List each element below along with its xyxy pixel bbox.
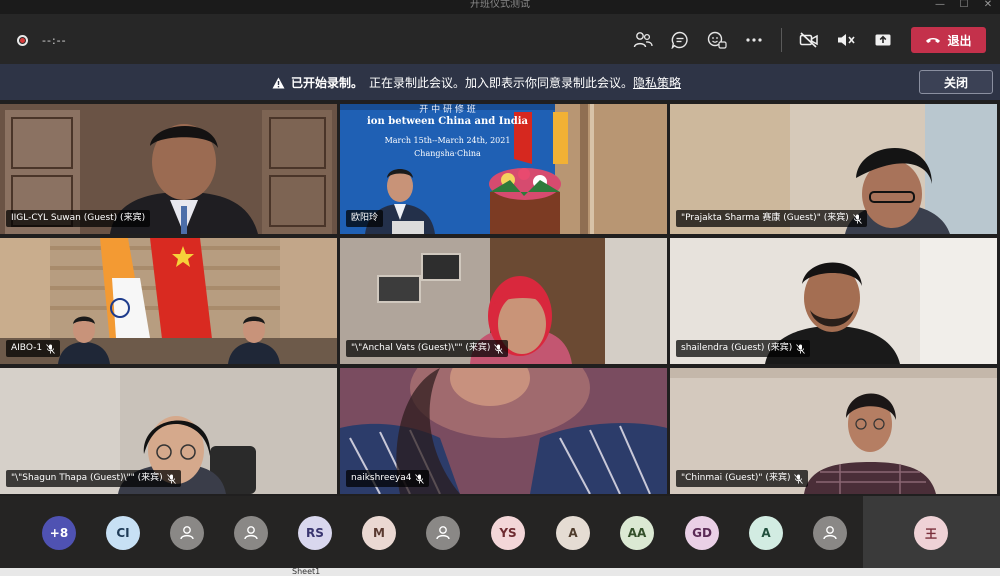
muted-mic-icon — [166, 473, 176, 484]
participant-label: "\"Anchal Vats (Guest)\"" (来宾) — [346, 340, 509, 357]
leave-button[interactable]: 退出 — [911, 27, 986, 53]
participant-avatar[interactable]: 王 — [914, 516, 948, 550]
person-icon — [244, 526, 258, 540]
slide-heading-partial: 开 中 研 修 班 — [419, 105, 476, 115]
participant-avatar[interactable]: RS — [298, 516, 332, 550]
participant-avatar[interactable] — [426, 516, 460, 550]
participant-name: IIGL-CYL Suwan (Guest) (来宾) — [11, 213, 146, 223]
banner-close-button[interactable]: 关闭 — [919, 70, 993, 94]
leave-label: 退出 — [947, 33, 972, 48]
more-options-icon[interactable] — [743, 29, 765, 51]
participant-avatar[interactable]: GD — [685, 516, 719, 550]
avatar-initials: RS — [306, 526, 324, 540]
participant-avatar[interactable]: AA — [620, 516, 654, 550]
participant-avatar[interactable] — [170, 516, 204, 550]
maximize-button[interactable]: ☐ — [952, 0, 976, 14]
video-tile[interactable]: "Prajakta Sharma 赛康 (Guest)" (来宾) — [670, 104, 997, 234]
sheet-tab[interactable]: Sheet1 — [292, 567, 320, 576]
chat-icon[interactable] — [669, 29, 691, 51]
participant-label: "Chinmai (Guest)" (来宾) — [676, 470, 809, 487]
muted-mic-icon — [796, 343, 806, 354]
participant-label: 欧阳玲 — [346, 210, 384, 227]
video-tile[interactable]: IIGL-CYL Suwan (Guest) (来宾) — [0, 104, 337, 234]
participant-label: "\"Shagun Thapa (Guest)\"" (来宾) — [6, 470, 181, 487]
video-tile[interactable]: naikshreeya4 — [340, 368, 667, 494]
recording-icon — [17, 35, 28, 46]
window-controls: — ☐ ✕ — [928, 0, 1000, 14]
person-icon — [823, 526, 837, 540]
participant-name: shailendra (Guest) (来宾) — [681, 343, 793, 353]
participant-name: naikshreeya4 — [351, 473, 412, 483]
slide-location: Changsha·China — [414, 149, 481, 158]
slide-text: 开 中 研 修 班 ion between China and India Ma… — [340, 104, 555, 158]
avatar-initials: A — [568, 526, 578, 540]
slide-dates: March 15th--March 24th, 2021 — [384, 136, 511, 145]
participant-label: AIBO-1 — [6, 340, 61, 357]
participant-avatar[interactable] — [813, 516, 847, 550]
participant-label: naikshreeya4 — [346, 470, 430, 487]
muted-mic-icon — [494, 343, 504, 354]
video-tile[interactable]: "\"Shagun Thapa (Guest)\"" (来宾) — [0, 368, 337, 494]
participant-name: "Chinmai (Guest)" (来宾) — [681, 473, 791, 483]
avatar-initials: GD — [692, 526, 712, 540]
banner-title: 已开始录制。 — [291, 76, 364, 90]
window-title: 开班仪式测试 — [470, 0, 530, 10]
video-tile[interactable]: "\"Anchal Vats (Guest)\"" (来宾) — [340, 238, 667, 364]
avatar-initials: YS — [499, 526, 517, 540]
meeting-timer: --:-- — [42, 34, 67, 47]
video-tile[interactable]: AIBO-1 — [0, 238, 337, 364]
muted-mic-icon — [852, 213, 862, 224]
participant-label: shailendra (Guest) (来宾) — [676, 340, 811, 357]
avatar-initials: AA — [627, 526, 647, 540]
share-screen-icon[interactable] — [872, 29, 894, 51]
participant-avatar[interactable]: YS — [491, 516, 525, 550]
avatar-initials: CI — [116, 526, 130, 540]
toolbar-divider — [781, 28, 782, 52]
avatar-initials: M — [373, 526, 385, 540]
teams-meeting-window: 开班仪式测试 — ☐ ✕ --:-- 退出 已开始录制。 正在录制此会议。加入即… — [0, 0, 1000, 576]
privacy-policy-link[interactable]: 隐私策略 — [633, 74, 681, 91]
avatar-initials: +8 — [49, 526, 69, 540]
muted-mic-icon — [794, 473, 804, 484]
hang-up-icon — [926, 38, 941, 43]
participant-name: "\"Anchal Vats (Guest)\"" (来宾) — [351, 343, 491, 353]
participant-avatar[interactable] — [234, 516, 268, 550]
meeting-toolbar: --:-- 退出 — [0, 14, 1000, 64]
participant-name: 欧阳玲 — [351, 213, 379, 223]
participant-avatar[interactable]: M — [362, 516, 396, 550]
participants-icon[interactable] — [632, 29, 654, 51]
participant-avatar[interactable]: A — [556, 516, 590, 550]
title-bar: 开班仪式测试 — ☐ ✕ — [0, 0, 1000, 14]
muted-mic-icon — [46, 343, 55, 354]
muted-mic-icon — [415, 473, 425, 484]
banner-text: 正在录制此会议。加入即表示你同意录制此会议。 — [369, 76, 634, 90]
video-tile[interactable]: "Chinmai (Guest)" (来宾) — [670, 368, 997, 494]
recording-banner: 已开始录制。 正在录制此会议。加入即表示你同意录制此会议。 隐私策略 关闭 — [0, 64, 1000, 100]
participant-label: "Prajakta Sharma 赛康 (Guest)" (来宾) — [676, 210, 867, 227]
participant-avatar[interactable]: CI — [106, 516, 140, 550]
slide-title: ion between China and India — [367, 116, 528, 127]
camera-off-icon[interactable] — [798, 29, 820, 51]
participant-name: "\"Shagun Thapa (Guest)\"" (来宾) — [11, 473, 163, 483]
video-tile[interactable]: shailendra (Guest) (来宾) — [670, 238, 997, 364]
warning-icon — [272, 77, 285, 88]
participant-name: "Prajakta Sharma 赛康 (Guest)" (来宾) — [681, 213, 849, 223]
mute-icon[interactable] — [835, 29, 857, 51]
participant-avatar[interactable]: A — [749, 516, 783, 550]
reactions-icon[interactable] — [706, 29, 728, 51]
participant-roster: +8 CI RS M YS A AA GD A — [0, 496, 1000, 568]
participant-label: IIGL-CYL Suwan (Guest) (来宾) — [6, 210, 151, 227]
overflow-participants-badge[interactable]: +8 — [42, 516, 76, 550]
avatar-initials: 王 — [924, 526, 937, 541]
video-tile[interactable]: 开 中 研 修 班 ion between China and India Ma… — [340, 104, 667, 234]
person-icon — [180, 526, 194, 540]
minimize-button[interactable]: — — [928, 0, 952, 14]
person-icon — [436, 526, 450, 540]
taskbar-strip: Sheet1 — [0, 567, 1000, 576]
participant-name: AIBO-1 — [11, 343, 43, 353]
avatar-initials: A — [761, 526, 771, 540]
banner-message: 已开始录制。 正在录制此会议。加入即表示你同意录制此会议。 隐私策略 — [272, 74, 681, 91]
close-window-button[interactable]: ✕ — [976, 0, 1000, 14]
